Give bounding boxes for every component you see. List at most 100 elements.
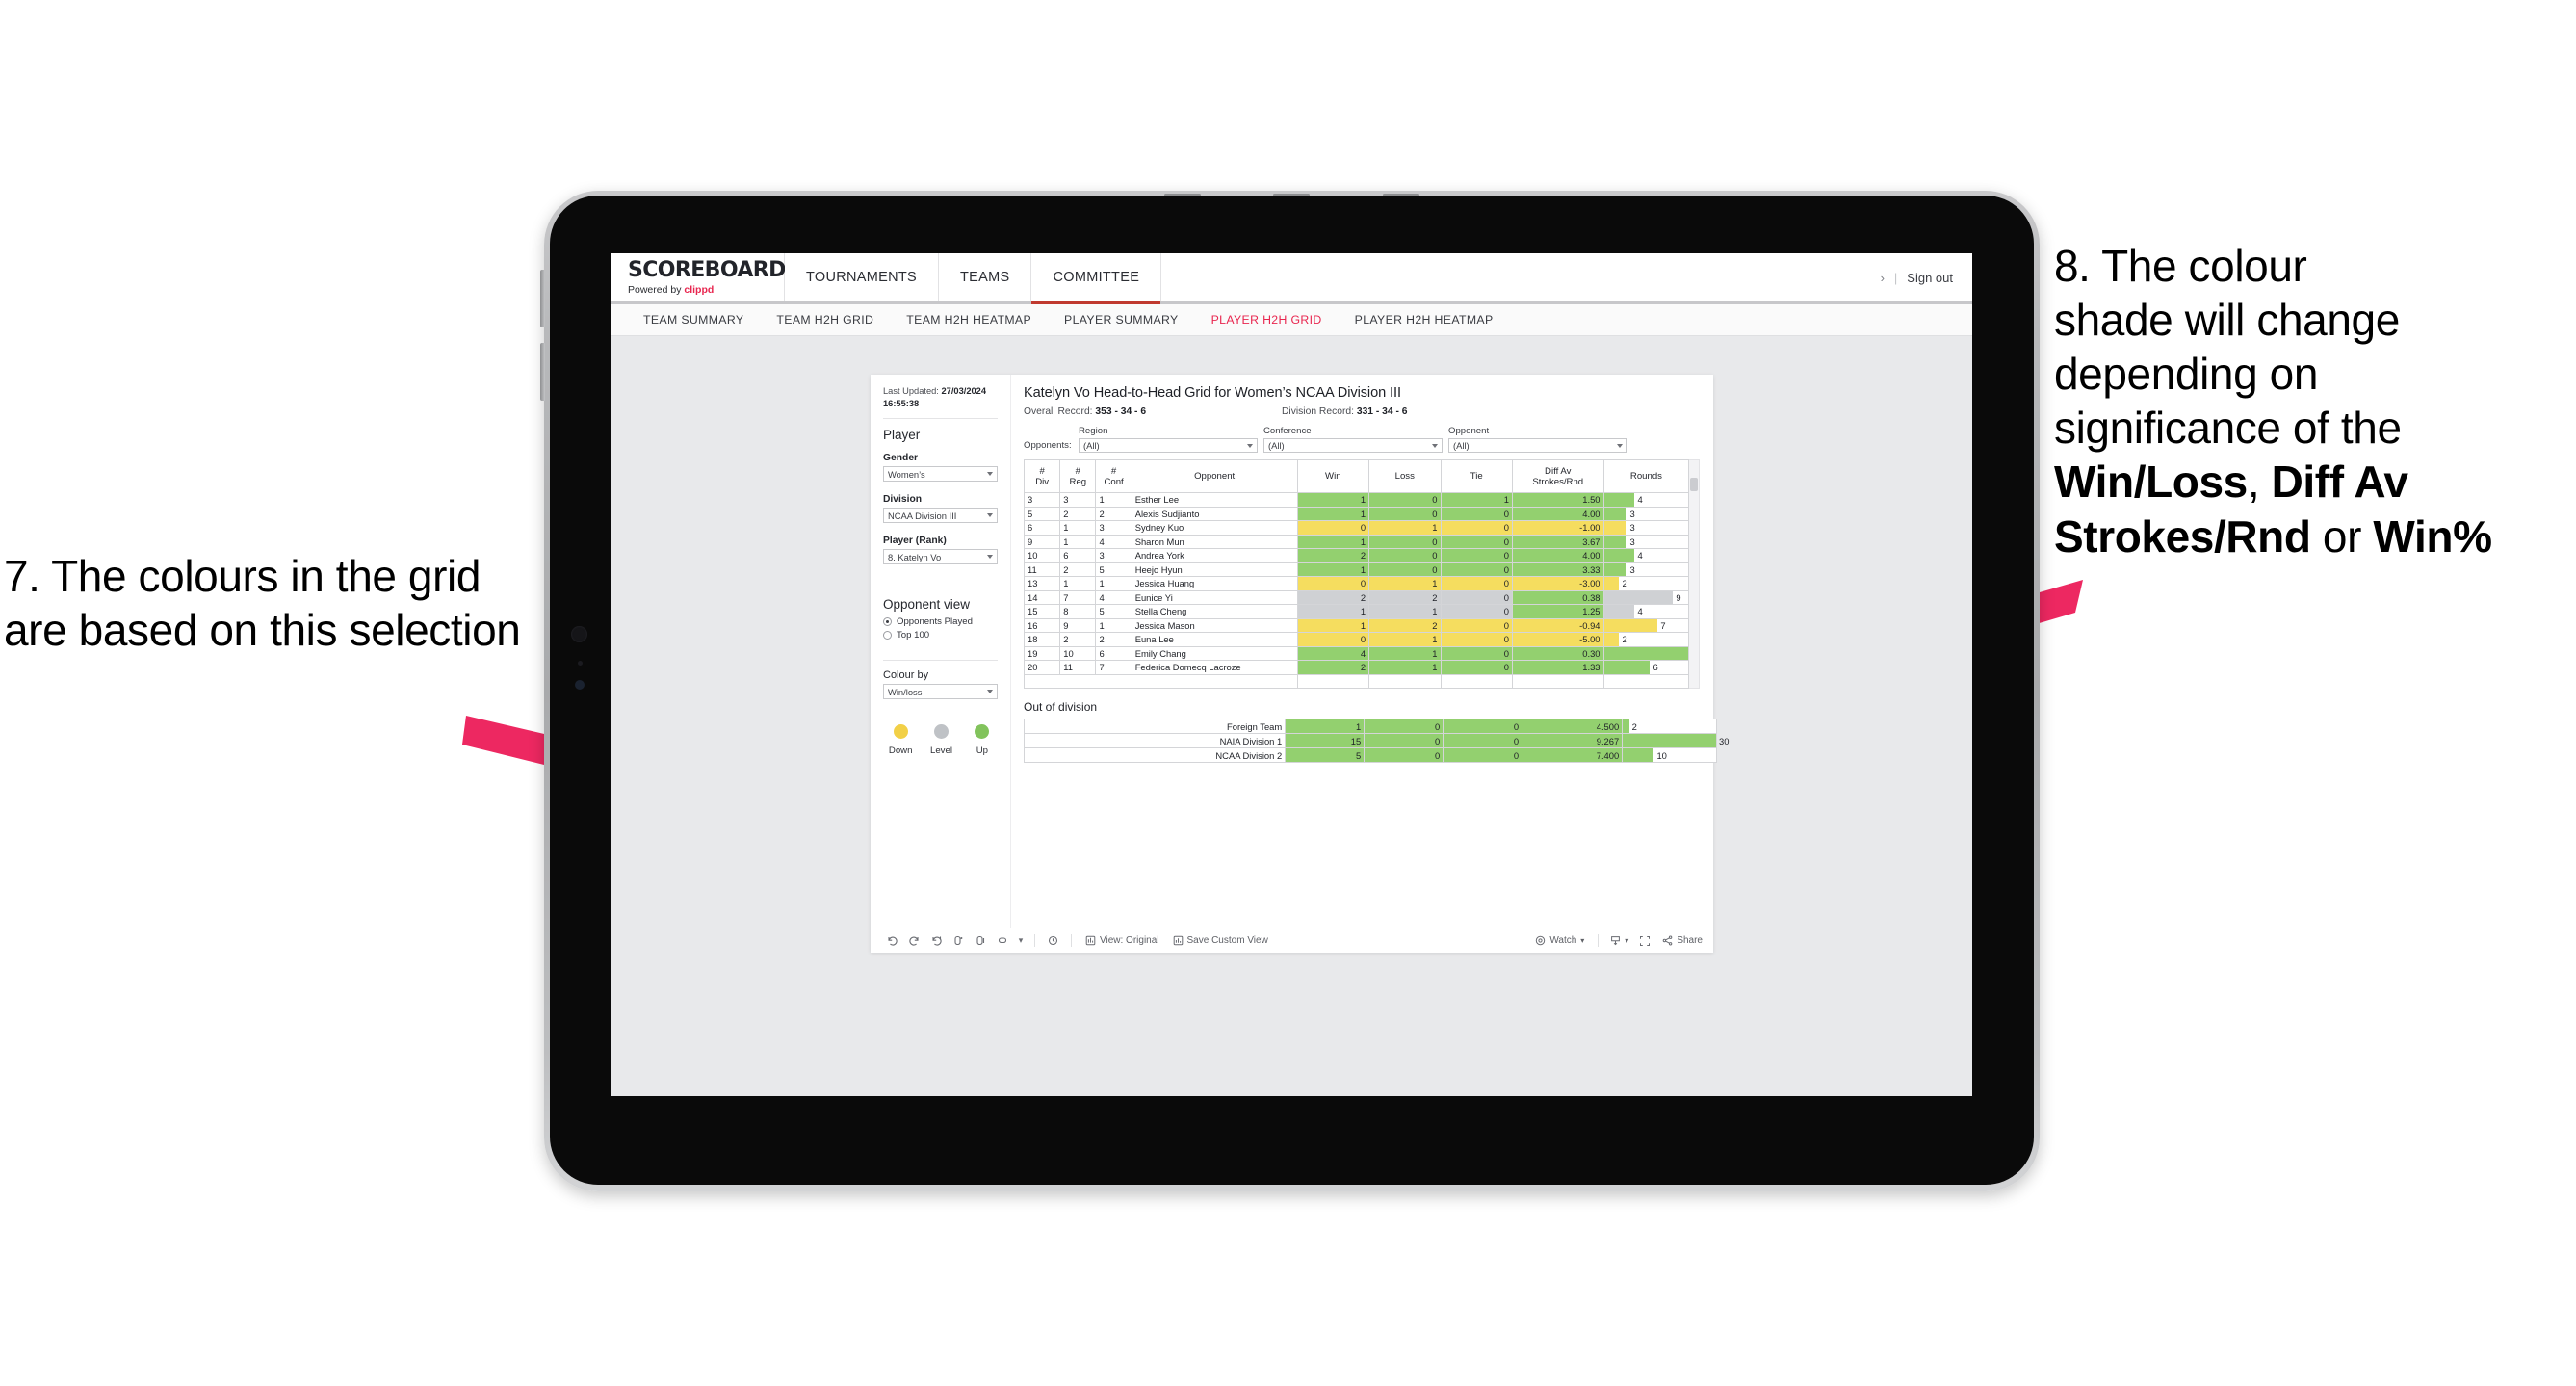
nav-tab-tournaments[interactable]: TOURNAMENTS (785, 253, 940, 301)
history-icon[interactable] (1042, 934, 1064, 947)
watch-button[interactable]: Watch ▾ (1528, 935, 1591, 946)
volume-up-button[interactable] (540, 270, 545, 327)
brand-logo[interactable]: SCOREBOARD Powered by clippd (611, 253, 786, 301)
toolbar-divider-3 (1598, 934, 1600, 947)
cell-conf: 4 (1095, 534, 1132, 549)
gender-select[interactable]: Women’s (883, 466, 998, 483)
redo-icon[interactable] (903, 934, 925, 947)
cell-ood-diff: 4.500 (1522, 719, 1624, 734)
download-caret-icon: ▾ (1625, 936, 1629, 945)
cell-ood-loss: 0 (1364, 733, 1444, 748)
table-row[interactable]: 18 2 2 Euna Lee 0 1 0 -5.00 2 (1023, 632, 1690, 647)
legend-item-down: Down (885, 724, 916, 756)
empty-cell (1296, 673, 1370, 689)
division-record: Division Record: 331 - 34 - 6 (1282, 406, 1408, 417)
table-scrollbar[interactable] (1689, 459, 1700, 689)
division-select[interactable]: NCAA Division III (883, 508, 998, 524)
cell-loss: 0 (1368, 506, 1442, 521)
subnav-player-h2h-heatmap[interactable]: PLAYER H2H HEATMAP (1339, 313, 1510, 327)
cell-reg: 9 (1059, 617, 1097, 633)
subnav-player-h2h-grid[interactable]: PLAYER H2H GRID (1195, 313, 1339, 327)
revert-icon[interactable] (925, 934, 948, 947)
legend-item-level: Level (925, 724, 956, 756)
share-button[interactable]: Share (1655, 935, 1703, 946)
conference-caption: Conference (1263, 426, 1312, 436)
pan-mode-icon[interactable] (992, 934, 1014, 947)
chevron-right-icon[interactable]: › (1881, 271, 1885, 285)
cell-rounds: 9 (1602, 589, 1690, 605)
table-row[interactable]: 6 1 3 Sydney Kuo 0 1 0 -1.00 3 (1023, 520, 1690, 536)
out-of-division-row[interactable]: NAIA Division 1 15 0 0 9.267 30 (1023, 733, 1729, 748)
download-button[interactable]: ▾ (1605, 935, 1633, 946)
last-updated-time: 16:55:38 (883, 398, 920, 408)
table-row[interactable]: 14 7 4 Eunice Yi 2 2 0 0.38 9 (1023, 589, 1690, 605)
cell-win: 2 (1296, 660, 1370, 675)
region-select[interactable]: (All) (1079, 438, 1258, 453)
table-row[interactable]: 11 2 5 Heejo Hyun 1 0 0 3.33 3 (1023, 562, 1690, 577)
table-row[interactable]: 5 2 2 Alexis Sudjianto 1 0 0 4.00 3 (1023, 506, 1690, 521)
subnav-team-h2h-grid[interactable]: TEAM H2H GRID (760, 313, 890, 327)
table-row[interactable]: 3 3 1 Esther Lee 1 0 1 1.50 4 (1023, 492, 1690, 508)
cell-ood-diff: 7.400 (1522, 747, 1624, 763)
out-of-division-row[interactable]: NCAA Division 2 5 0 0 7.400 10 (1023, 747, 1717, 763)
overall-record-label: Overall Record: (1024, 406, 1093, 417)
subnav-player-summary[interactable]: PLAYER SUMMARY (1048, 313, 1195, 327)
subnav-team-summary[interactable]: TEAM SUMMARY (627, 313, 760, 327)
subnav-team-h2h-heatmap[interactable]: TEAM H2H HEATMAP (890, 313, 1048, 327)
conference-select[interactable]: (All) (1263, 438, 1443, 453)
pan-dropdown-caret-icon[interactable]: ▾ (1014, 935, 1028, 946)
radio-opponents-played[interactable]: Opponents Played (883, 616, 998, 627)
cell-win: 1 (1296, 534, 1370, 549)
opponent-view-heading: Opponent view (883, 597, 971, 613)
cell-conf: 2 (1095, 506, 1132, 521)
volume-down-button[interactable] (540, 343, 545, 401)
colour-by-select[interactable]: Win/loss (883, 684, 998, 700)
table-row[interactable]: 15 8 5 Stella Cheng 1 1 0 1.25 4 (1023, 604, 1690, 619)
gender-value: Women’s (888, 468, 925, 480)
radio-icon-selected (883, 617, 892, 627)
table-scrollbar-thumb[interactable] (1690, 478, 1698, 491)
gender-filter: Gender Women’s (883, 453, 998, 483)
save-custom-view-button[interactable]: Save Custom View (1166, 935, 1275, 946)
opponent-select[interactable]: (All) (1448, 438, 1627, 453)
cell-div: 6 (1023, 520, 1061, 536)
player-rank-select[interactable]: 8. Katelyn Vo (883, 549, 998, 565)
sign-out-link[interactable]: Sign out (1907, 271, 1953, 285)
cell-conf: 1 (1095, 576, 1132, 591)
toolbar-divider-2 (1071, 934, 1072, 947)
header-right: › | Sign out (1881, 253, 1972, 301)
cell-diff-av-strokes: 4.00 (1511, 548, 1604, 563)
radio-top-100[interactable]: Top 100 (883, 630, 998, 641)
th-reg: # Reg (1059, 459, 1097, 493)
cell-ood-tie: 0 (1443, 719, 1523, 734)
cell-div: 10 (1023, 548, 1061, 563)
table-row[interactable]: 13 1 1 Jessica Huang 0 1 0 -3.00 2 (1023, 576, 1690, 591)
nav-tab-committee[interactable]: COMMITTEE (1031, 253, 1162, 304)
save-custom-view-label: Save Custom View (1186, 935, 1268, 946)
th-diff-av-strokes: Diff Av Strokes/Rnd (1511, 459, 1604, 493)
undo-icon[interactable] (881, 934, 903, 947)
table-row[interactable]: 10 6 3 Andrea York 2 0 0 4.00 4 (1023, 548, 1690, 563)
refresh-icon[interactable] (948, 934, 970, 947)
table-row[interactable]: 9 1 4 Sharon Mun 1 0 0 3.67 3 (1023, 534, 1690, 549)
last-updated: Last Updated: 27/03/2024 16:55:38 (883, 385, 998, 409)
pause-icon[interactable] (970, 934, 992, 947)
radio-opponents-played-label: Opponents Played (897, 616, 973, 628)
table-row[interactable]: 19106Emily Chang4100.3011 (1023, 645, 1690, 661)
table-row[interactable]: 16 9 1 Jessica Mason 1 2 0 -0.94 7 (1023, 617, 1690, 633)
chevron-down-icon (987, 555, 993, 560)
out-of-division-row[interactable]: Foreign Team 1 0 0 4.500 2 (1023, 719, 1717, 734)
cell-opponent: Jessica Huang (1131, 576, 1298, 591)
cell-conf: 3 (1095, 548, 1132, 563)
table-row[interactable]: 20 11 7 Federica Domecq Lacroze 2 1 0 1.33 6 (1023, 660, 1690, 675)
legend-dot-up (975, 724, 990, 740)
header-divider: | (1893, 270, 1898, 285)
main-nav: TOURNAMENTS TEAMS COMMITTEE (785, 253, 1162, 304)
cell-loss: 2 (1368, 617, 1442, 633)
empty-cell (1511, 673, 1604, 689)
colour-by-label: Colour by (883, 669, 929, 682)
view-original-button[interactable]: View: Original (1079, 935, 1166, 946)
legend-dot-level (933, 724, 949, 740)
fullscreen-icon[interactable] (1633, 935, 1655, 947)
nav-tab-teams[interactable]: TEAMS (939, 253, 1032, 301)
